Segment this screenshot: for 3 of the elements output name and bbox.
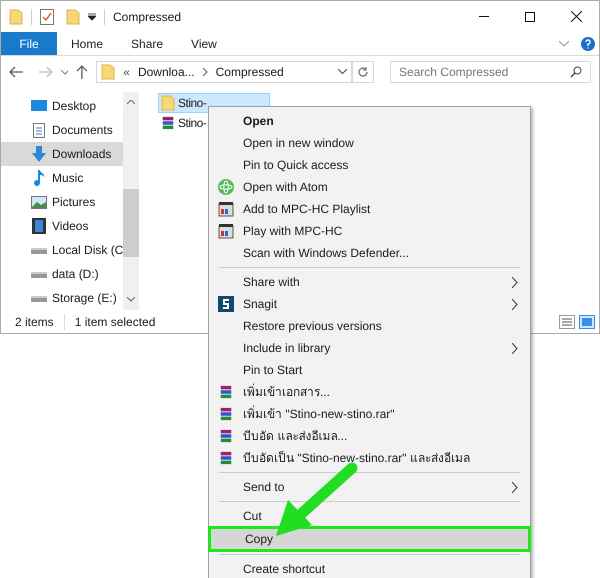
- item-count: 2 items: [15, 314, 54, 331]
- window-title: Compressed: [113, 8, 182, 26]
- selection-count: 1 item selected: [74, 314, 156, 331]
